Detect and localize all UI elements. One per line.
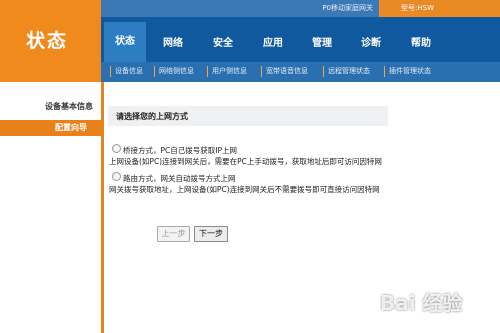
bridge-mode-description: 上网设备(如PC)连接到网关后，需要在PC上手动拨号，获取地址后即可访问因特网: [109, 157, 382, 166]
sub-nav-remote-mgmt[interactable]: 远程管理状态: [328, 66, 370, 76]
baidu-watermark: Bai 经验: [380, 282, 496, 316]
sidebar-item-device-info[interactable]: 设备基本信息: [0, 99, 101, 115]
logo-text: 状态: [26, 30, 69, 52]
next-button[interactable]: 下一步: [194, 226, 228, 242]
sub-nav-device-info[interactable]: 设备信息: [115, 66, 143, 76]
content-header: 请选择您的上网方式: [108, 106, 388, 126]
sub-nav-separator: [207, 66, 208, 77]
tab-security[interactable]: 安全: [202, 32, 244, 56]
sub-nav-lan-info[interactable]: 用户侧信息: [212, 66, 247, 76]
sub-nav-plugin-mgmt[interactable]: 插件管理状态: [389, 66, 431, 76]
watermark-text: Bai 经验: [380, 291, 463, 315]
bridge-mode-label: 桥接方式，PC自己拨号获取IP上网: [123, 146, 237, 155]
sidebar-item-config-wizard[interactable]: 配置向导: [0, 120, 101, 136]
model-label: 型号:HSW: [401, 4, 434, 12]
tab-help[interactable]: 帮助: [400, 32, 442, 56]
tab-status[interactable]: 状态: [104, 22, 146, 62]
tab-diagnostics[interactable]: 诊断: [350, 32, 392, 56]
sub-nav-separator: [384, 66, 385, 77]
sub-nav: 设备信息 网络侧信息 用户侧信息 宽带语音信息 远程管理状态 插件管理状态: [101, 62, 500, 82]
tab-network[interactable]: 网络: [152, 32, 194, 56]
sidebar-divider: [101, 82, 104, 333]
route-mode-radio[interactable]: [112, 172, 121, 181]
logo-block: 状态: [0, 0, 101, 82]
previous-button[interactable]: 上一步: [157, 226, 190, 242]
page-title: 请选择您的上网方式: [116, 112, 188, 121]
bridge-mode-radio[interactable]: [112, 144, 121, 153]
model-box: 型号:HSW: [379, 0, 500, 17]
top-strip: P0移动家庭网关: [101, 0, 379, 17]
sub-nav-separator: [261, 66, 262, 77]
sub-nav-wan-info[interactable]: 网络侧信息: [159, 66, 194, 76]
sub-nav-separator: [323, 66, 324, 77]
route-mode-label: 路由方式，网关自动拨号方式上网: [123, 174, 236, 183]
sub-nav-separator: [110, 66, 111, 77]
sub-nav-separator: [154, 66, 155, 77]
gateway-name: P0移动家庭网关: [322, 4, 373, 12]
sub-nav-voice-info[interactable]: 宽带语音信息: [266, 66, 308, 76]
route-mode-description: 网关拨号获取地址，上网设备(如PC)连接到网关后不需要拨号即可直接访问因特网: [109, 185, 380, 194]
tab-management[interactable]: 管理: [301, 32, 343, 56]
tab-application[interactable]: 应用: [252, 32, 294, 56]
